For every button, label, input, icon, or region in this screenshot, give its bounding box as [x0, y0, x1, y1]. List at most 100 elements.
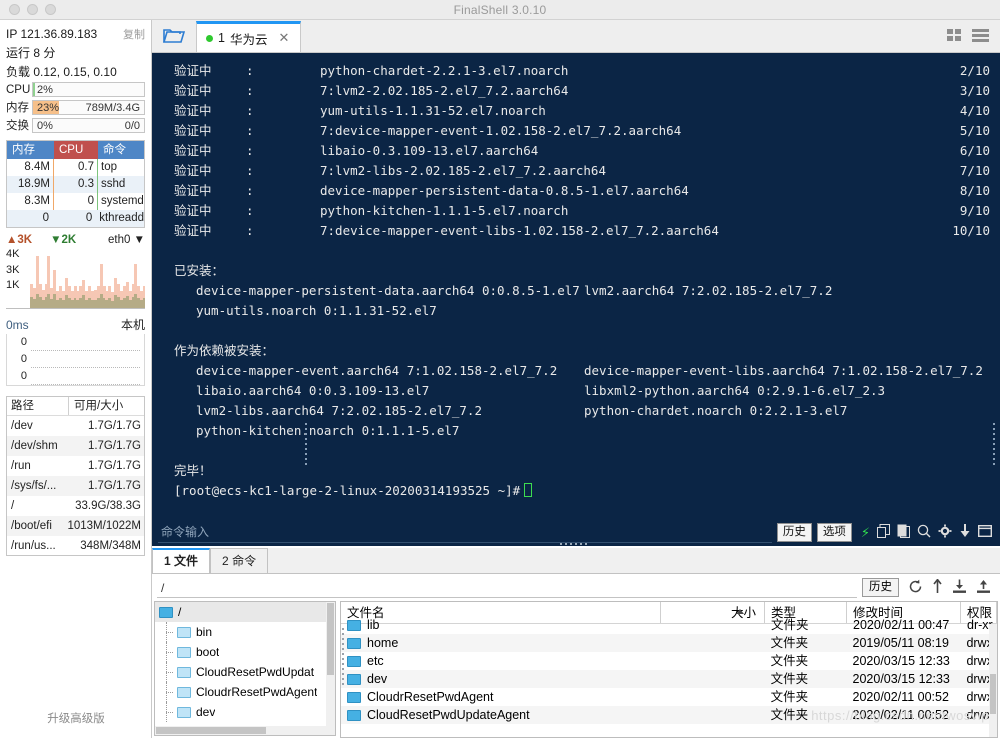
bottom-tab-commands[interactable]: 2 命令 [210, 548, 269, 573]
process-col-mem[interactable]: 内存 [7, 141, 54, 159]
process-cpu: 0 [54, 193, 98, 210]
file-list[interactable]: 文件名 大小 类型 修改时间 权限 lib 文件夹 2020/02/11 00:47… [340, 601, 998, 738]
process-row[interactable]: 8.4M 0.7 top [7, 159, 144, 176]
disk-row[interactable]: /boot/efi 1013M/1022M [7, 516, 144, 536]
lat-ytick-2: 0 [20, 370, 27, 382]
verify-package: python-kitchen-1.1.1-5.el7.noarch [320, 203, 569, 218]
verify-label: 验证中 [174, 143, 212, 158]
paste-icon[interactable] [897, 524, 910, 540]
open-folder-icon[interactable] [152, 20, 196, 52]
download-icon[interactable] [959, 524, 971, 540]
meter-row-交换: 交换 0% 0/0 [0, 115, 151, 133]
tab-label: 华为云 [229, 32, 268, 47]
file-name-cell: dev [341, 670, 661, 688]
upload-arrow-icon[interactable] [932, 577, 943, 597]
tree-item-label: dev [196, 705, 216, 719]
process-cpu: 0.3 [54, 176, 98, 193]
process-col-cpu[interactable]: CPU [54, 141, 98, 159]
path-history-button[interactable]: 历史 [862, 578, 899, 597]
folder-icon [347, 619, 361, 631]
terminal-tab-huaweiyun[interactable]: 1 华为云 ✕ [196, 21, 301, 52]
file-row[interactable]: dev 文件夹 2020/03/15 12:33 drwxr [341, 670, 997, 688]
load-average-label: 负载 0.12, 0.15, 0.10 [6, 65, 117, 79]
download-file-icon[interactable] [952, 579, 967, 597]
verify-package: device-mapper-persistent-data-0.8.5-1.el… [320, 183, 689, 198]
disk-usage-table[interactable]: 路径 可用/大小 /dev 1.7G/1.7G/dev/shm 1.7G/1.7G /… [6, 396, 145, 556]
tree-vertical-scrollbar[interactable] [326, 602, 335, 735]
process-table[interactable]: 内存 CPU 命令 8.4M 0.7 top 18.9M 0.3 sshd 8.3M 0 sys… [6, 140, 145, 228]
bottom-tab-files[interactable]: 1 文件 [152, 548, 211, 573]
dependency-package-right [584, 421, 990, 441]
tree-item[interactable]: CloudrResetPwdAgent [155, 682, 335, 702]
terminal-scroll-marker[interactable] [993, 423, 997, 468]
disk-row[interactable]: /run 1.7G/1.7G [7, 456, 144, 476]
disk-size: 1.7G/1.7G [87, 420, 141, 432]
disk-row[interactable]: /dev 1.7G/1.7G [7, 416, 144, 436]
tree-item[interactable]: bin [155, 622, 335, 642]
search-icon[interactable] [917, 524, 931, 540]
gear-icon[interactable] [938, 524, 952, 540]
disk-row[interactable]: / 33.9G/38.3G [7, 496, 144, 516]
file-row[interactable]: CloudrResetPwdAgent 文件夹 2020/02/11 00:52 dr… [341, 688, 997, 706]
verify-count: 3/10 [959, 83, 990, 98]
dependency-package-left: device-mapper-event.aarch64 7:1.02.158-2… [196, 363, 558, 378]
tree-horizontal-scrollbar[interactable] [155, 726, 335, 735]
terminal-output[interactable]: 验证中: python-chardet-2.2.1-3.el7.noarch 2/1… [152, 53, 1000, 518]
done-label: 完毕！ [174, 463, 212, 478]
verify-package: 7:device-mapper-event-1.02.158-2.el7_7.2… [320, 123, 682, 138]
file-row[interactable]: home 文件夹 2019/05/11 08:19 drwxr [341, 634, 997, 652]
file-row[interactable]: etc 文件夹 2020/03/15 12:33 drwxr [341, 652, 997, 670]
verify-label: 验证中 [174, 83, 212, 98]
process-mem: 0 [42, 212, 50, 224]
lightning-icon[interactable]: ⚡ [861, 526, 870, 539]
process-row[interactable]: 8.3M 0 systemd [7, 193, 144, 210]
verify-label: 验证中 [174, 163, 212, 178]
tree-item[interactable]: boot [155, 642, 335, 662]
list-view-icon[interactable] [972, 28, 989, 45]
file-list-scrollbar[interactable] [989, 624, 997, 737]
directory-tree[interactable]: / bin boot CloudResetPwdUpdat CloudrResetPw… [154, 601, 336, 736]
file-row[interactable]: lib 文件夹 2020/02/11 00:47 dr-xr [341, 616, 997, 634]
tree-item[interactable]: dev [155, 702, 335, 722]
sort-ascending-icon [736, 609, 744, 614]
file-size [661, 634, 765, 652]
disk-row[interactable]: /sys/fs/... 1.7G/1.7G [7, 476, 144, 496]
disk-row[interactable]: /dev/shm 1.7G/1.7G [7, 436, 144, 456]
path-input[interactable]: / [157, 578, 857, 598]
meter-label: 内存 [6, 102, 29, 114]
process-row[interactable]: 0 0 kthreadd [7, 210, 144, 227]
command-input[interactable]: 命令输入 [158, 521, 772, 543]
meter-bar: 0% 0/0 [32, 117, 145, 133]
command-history-button[interactable]: 历史 [776, 522, 812, 542]
tree-item[interactable]: CloudResetPwdUpdat [155, 662, 335, 682]
close-icon[interactable]: ✕ [278, 30, 289, 46]
process-cmd: sshd [101, 178, 126, 190]
disk-col-path: 路径 [7, 397, 69, 415]
disk-size: 1.7G/1.7G [87, 460, 141, 472]
terminal-cursor [524, 483, 533, 497]
file-type: 文件夹 [771, 618, 809, 632]
ip-address-label: IP 121.36.89.183 [6, 27, 98, 41]
disk-size: 33.9G/38.3G [75, 500, 141, 512]
meter-label: CPU [6, 83, 31, 96]
refresh-icon[interactable] [908, 579, 923, 597]
tree-root-item[interactable]: / [155, 602, 335, 622]
network-traffic-chart: 4K 3K 1K [6, 247, 145, 309]
latency-gridline [31, 367, 140, 368]
grid-view-icon[interactable] [947, 28, 963, 45]
process-row[interactable]: 18.9M 0.3 sshd [7, 176, 144, 193]
verify-colon: : [246, 63, 254, 78]
panel-splitter-handle[interactable] [560, 543, 596, 547]
copy-ip-button[interactable]: 复制 [123, 26, 145, 42]
command-options-button[interactable]: 选项 [816, 522, 852, 542]
upload-file-icon[interactable] [976, 579, 991, 597]
upgrade-premium-link[interactable]: 升级高级版 [0, 710, 152, 726]
disk-row[interactable]: /run/us... 348M/348M [7, 536, 144, 556]
network-interface-selector[interactable]: eth0 ▼ [108, 234, 145, 246]
process-mem: 18.9M [7, 176, 54, 193]
file-name: home [367, 636, 399, 650]
command-toolbar-icons: ⚡ [861, 524, 993, 540]
window-icon[interactable] [977, 524, 993, 539]
copy-icon[interactable] [877, 524, 890, 540]
process-col-cmd[interactable]: 命令 [98, 141, 144, 159]
